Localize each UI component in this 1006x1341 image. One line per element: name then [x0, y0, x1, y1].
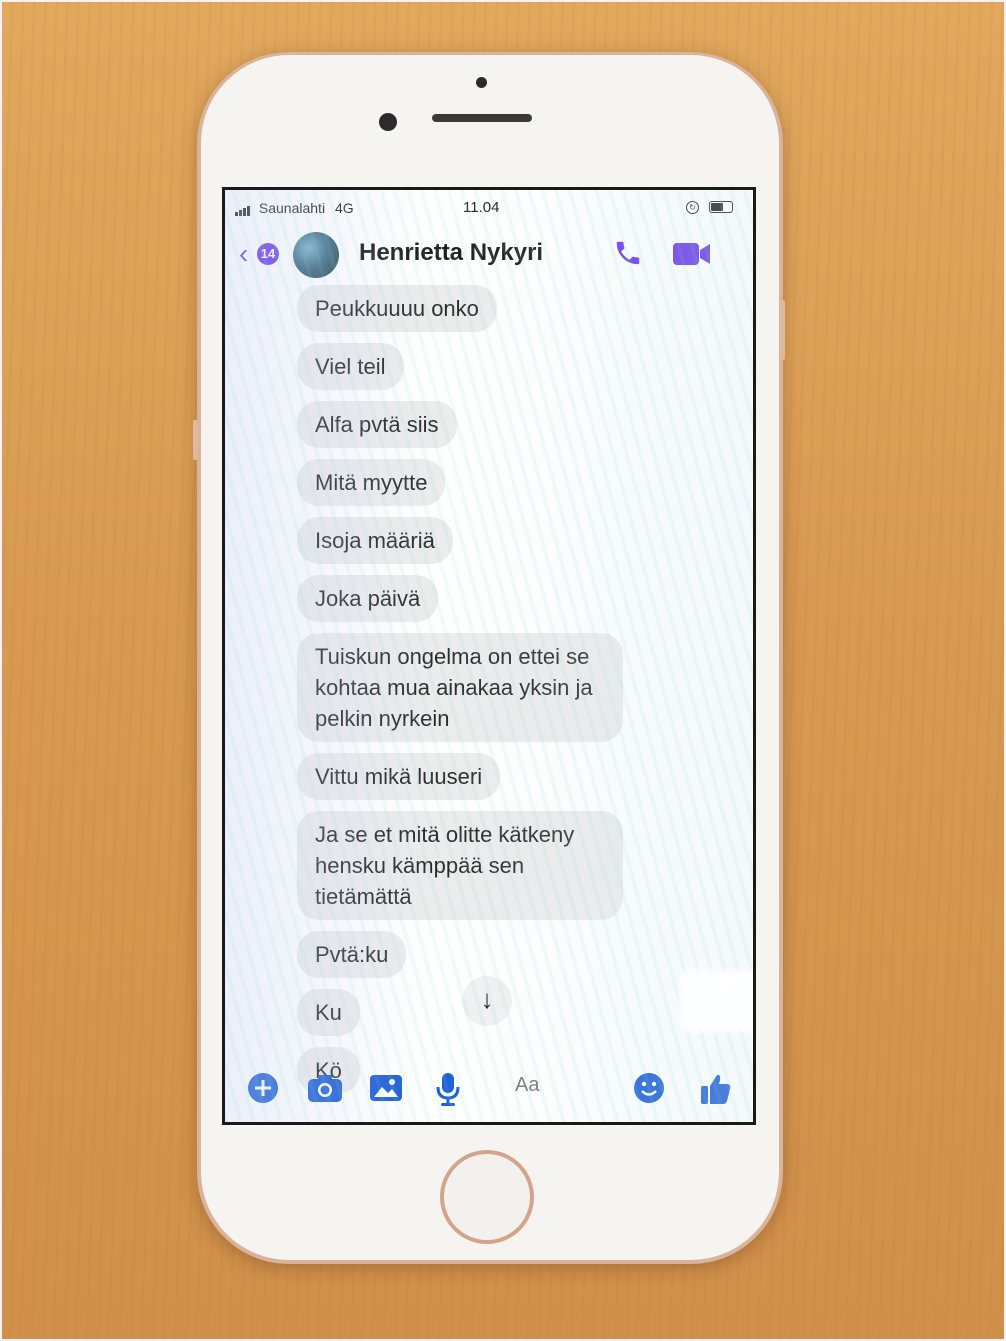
network-type: 4G	[334, 200, 354, 216]
scroll-to-bottom-button[interactable]: ↓	[462, 976, 512, 1026]
message-list: Peukkuuuu onko Viel teil Alfa pvtä siis …	[297, 285, 737, 1105]
image-icon[interactable]	[369, 1072, 403, 1104]
message-bubble[interactable]: Alfa pvtä siis	[297, 401, 457, 448]
unread-count-badge[interactable]: 14	[257, 243, 279, 265]
message-bubble[interactable]: Joka päivä	[297, 575, 439, 622]
message-bubble[interactable]: Vittu mikä luuseri	[297, 753, 501, 800]
phone-screen: Saunalahti 4G 11.04 ↻ ‹ 14 Henrietta Nyk…	[222, 187, 756, 1125]
carrier-info: Saunalahti 4G	[235, 200, 354, 216]
rotation-lock-icon: ↻	[686, 200, 700, 214]
message-bubble[interactable]: Viel teil	[297, 343, 404, 390]
earpiece-speaker	[432, 114, 532, 122]
composer-bar: Aa	[225, 1060, 753, 1120]
home-button[interactable]	[440, 1150, 534, 1244]
video-camera-icon[interactable]	[673, 241, 711, 267]
signal-strength-icon	[235, 200, 251, 216]
conversation-header: ‹ 14 Henrietta Nykyri	[225, 226, 753, 282]
proximity-sensor	[476, 77, 487, 88]
plus-icon[interactable]	[247, 1072, 279, 1104]
message-bubble[interactable]: Peukkuuuu onko	[297, 285, 497, 332]
message-bubble[interactable]: Ku	[297, 989, 360, 1036]
message-bubble[interactable]: Tuiskun ongelma on ettei se kohtaa mua a…	[297, 633, 623, 742]
contact-name[interactable]: Henrietta Nykyri	[359, 239, 543, 267]
light-glare	[680, 970, 753, 1032]
message-input[interactable]: Aa	[515, 1074, 539, 1097]
camera-icon[interactable]	[307, 1072, 343, 1104]
message-bubble[interactable]: Mitä myytte	[297, 459, 446, 506]
carrier-name: Saunalahti	[258, 200, 326, 216]
thumbs-up-icon[interactable]	[699, 1072, 733, 1106]
status-bar: Saunalahti 4G 11.04 ↻	[225, 190, 753, 220]
back-chevron-icon[interactable]: ‹	[239, 240, 248, 268]
left-volume-button	[193, 420, 198, 460]
battery-icon	[709, 201, 733, 214]
front-camera	[379, 113, 397, 131]
avatar[interactable]	[293, 232, 339, 278]
side-button	[780, 300, 785, 360]
status-time: 11.04	[463, 199, 500, 216]
microphone-icon[interactable]	[435, 1072, 461, 1106]
message-bubble[interactable]: Ja se et mitä olitte kätkeny hensku kämp…	[297, 811, 623, 920]
message-bubble[interactable]: Pvtä:ku	[297, 931, 407, 978]
status-right: ↻	[686, 198, 733, 214]
message-bubble[interactable]: Isoja määriä	[297, 517, 453, 564]
phone-icon[interactable]	[613, 238, 643, 268]
emoji-icon[interactable]	[633, 1072, 665, 1104]
